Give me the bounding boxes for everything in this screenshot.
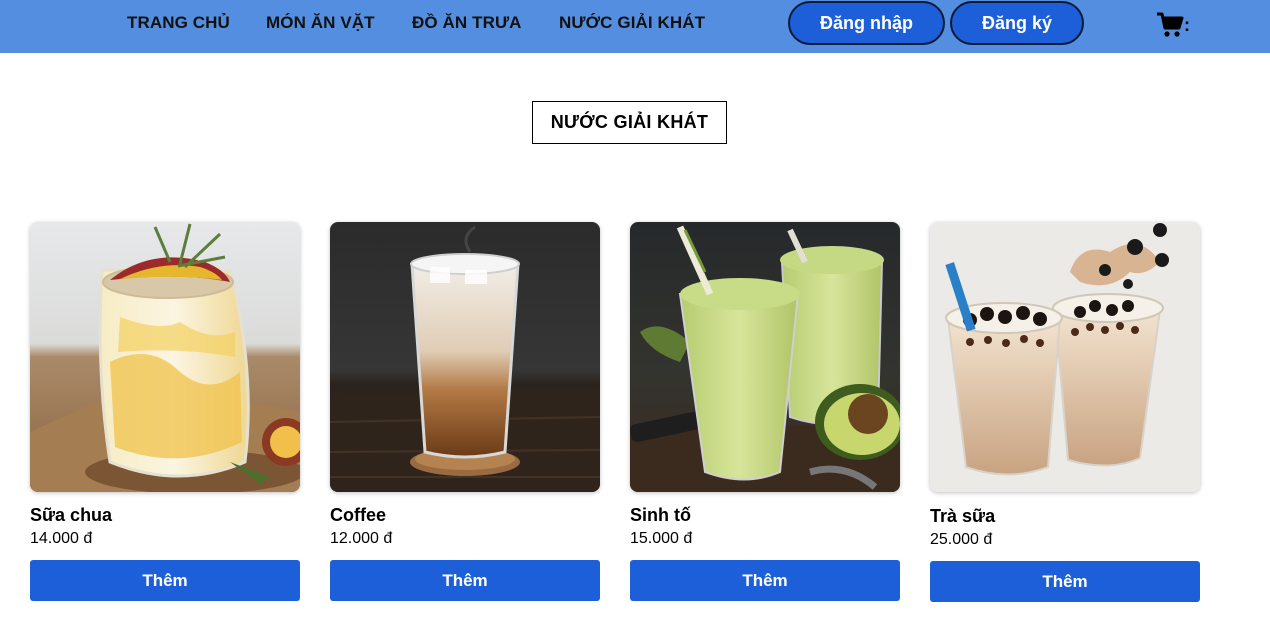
product-price: 15.000 đ — [630, 530, 693, 547]
product-price: 25.000 đ — [930, 531, 993, 548]
product-card: Sữa chua 14.000 đ Thêm — [30, 222, 300, 601]
nav-link-home[interactable]: TRANG CHỦ — [127, 13, 230, 33]
add-to-cart-button[interactable]: Thêm — [630, 560, 900, 601]
top-navbar: TRANG CHỦ MÓN ĂN VẶT ĐỒ ĂN TRƯA NƯỚC GIẢ… — [0, 0, 1270, 53]
product-price: 12.000 đ — [330, 530, 393, 547]
product-name: Coffee — [330, 505, 387, 525]
product-price: 14.000 đ — [30, 530, 93, 547]
nav-link-lunch[interactable]: ĐỒ ĂN TRƯA — [412, 13, 522, 33]
add-to-cart-button[interactable]: Thêm — [930, 561, 1200, 602]
product-image-milk-tea[interactable] — [930, 222, 1200, 492]
add-to-cart-button[interactable]: Thêm — [30, 560, 300, 601]
product-name: Sữa chua — [30, 505, 113, 525]
add-to-cart-button[interactable]: Thêm — [330, 560, 600, 601]
product-card: Coffee 12.000 đ Thêm — [330, 222, 600, 601]
product-card: Trà sữa 25.000 đ Thêm — [930, 222, 1200, 602]
product-image-yogurt[interactable] — [30, 222, 300, 492]
cart-count: : — [1184, 15, 1190, 35]
product-name: Sinh tố — [630, 505, 691, 525]
bubble-milk-tea-photo — [930, 222, 1200, 492]
product-name: Trà sữa — [930, 506, 996, 526]
nav-link-drinks[interactable]: NƯỚC GIẢI KHÁT — [559, 13, 705, 33]
product-card: Sinh tố 15.000 đ Thêm — [630, 222, 900, 601]
avocado-smoothie-photo — [630, 222, 900, 492]
product-image-smoothie[interactable] — [630, 222, 900, 492]
register-button[interactable]: Đăng ký — [950, 1, 1084, 45]
cart-button[interactable]: : — [1156, 10, 1196, 40]
iced-coffee-photo — [330, 222, 600, 492]
product-image-coffee[interactable] — [330, 222, 600, 492]
section-title: NƯỚC GIẢI KHÁT — [532, 101, 727, 144]
login-button[interactable]: Đăng nhập — [788, 1, 945, 45]
yogurt-drink-photo — [30, 222, 300, 492]
nav-link-snacks[interactable]: MÓN ĂN VẶT — [266, 13, 375, 33]
shopping-cart-icon — [1157, 12, 1184, 37]
